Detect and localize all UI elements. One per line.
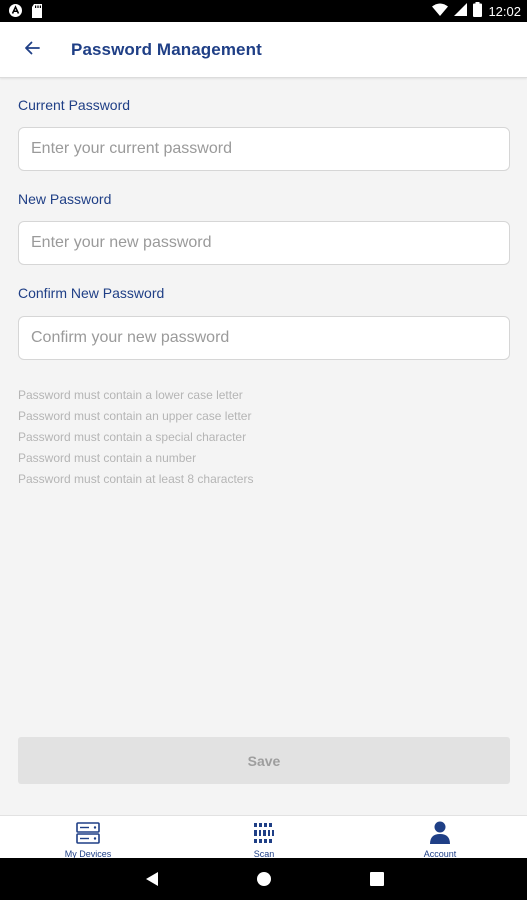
sd-card-icon [31, 3, 43, 23]
barcode-icon [253, 821, 275, 845]
nav-item-account[interactable]: Account [380, 816, 500, 859]
app-bar: Password Management [0, 22, 527, 78]
current-password-input[interactable] [18, 127, 510, 171]
new-password-label: New Password [18, 191, 112, 207]
home-circle-icon[interactable] [253, 869, 275, 889]
requirement-lowercase: Password must contain a lower case lette… [18, 388, 243, 402]
current-password-label: Current Password [18, 97, 131, 113]
battery-icon [473, 2, 483, 20]
devices-icon [76, 821, 100, 845]
save-button[interactable]: Save [18, 737, 510, 784]
back-triangle-icon[interactable] [141, 869, 163, 889]
back-button[interactable] [18, 36, 46, 64]
system-nav-bar [0, 858, 527, 900]
bottom-nav: My Devices Scan Account [0, 815, 527, 859]
wifi-icon [432, 3, 449, 19]
arrow-left-icon [24, 41, 40, 60]
status-time: 12:02 [488, 3, 521, 19]
requirement-number: Password must contain a number [18, 451, 197, 465]
status-bar: 12:02 [0, 0, 527, 22]
requirement-length: Password must contain at least 8 charact… [18, 472, 254, 486]
app-notification-icon [8, 3, 23, 23]
page-title: Password Management [71, 40, 262, 59]
confirm-password-input[interactable] [18, 316, 510, 360]
signal-icon [454, 3, 468, 19]
password-requirements: Password must contain a lower case lette… [18, 387, 253, 492]
status-left [8, 3, 43, 23]
nav-item-scan[interactable]: Scan [204, 816, 324, 859]
nav-item-my-devices[interactable]: My Devices [28, 816, 148, 859]
recents-square-icon[interactable] [366, 869, 388, 889]
new-password-input[interactable] [18, 221, 510, 265]
confirm-password-label: Confirm New Password [18, 285, 165, 301]
requirement-uppercase: Password must contain an upper case lett… [18, 409, 252, 423]
person-icon [429, 821, 451, 845]
requirement-special-char: Password must contain a special characte… [18, 430, 247, 444]
status-right: 12:02 [432, 2, 521, 20]
